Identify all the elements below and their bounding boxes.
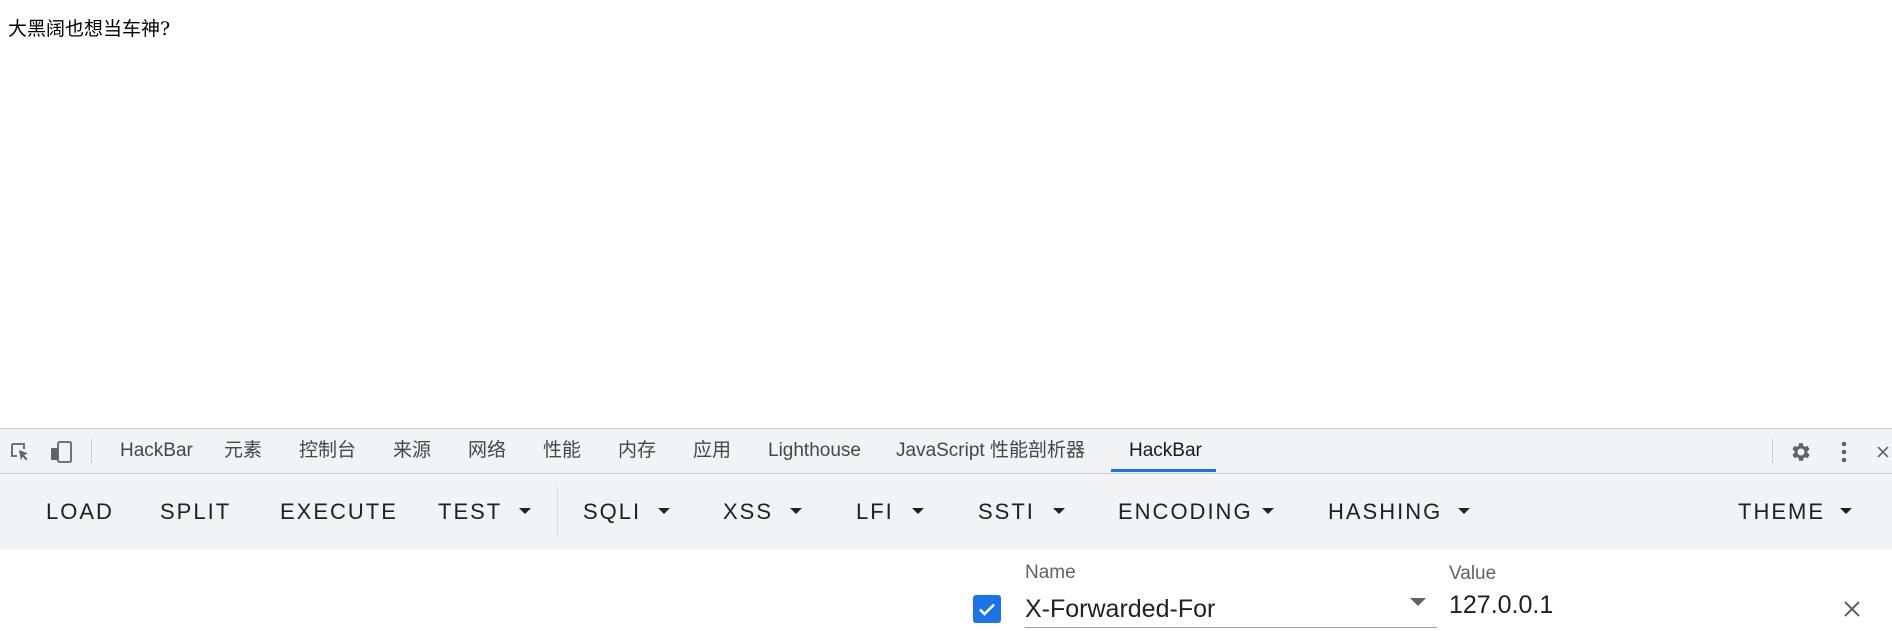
tab-sources[interactable]: 来源 xyxy=(393,429,431,473)
value-label: Value xyxy=(1449,563,1497,584)
devtools-tabbar: HackBar 元素 控制台 来源 网络 性能 内存 应用 Lighthouse… xyxy=(0,429,1892,474)
execute-button[interactable]: EXECUTE xyxy=(280,474,398,549)
tab-console[interactable]: 控制台 xyxy=(299,429,356,473)
checkmark-icon xyxy=(979,603,995,616)
header-name-select[interactable]: X-Forwarded-For xyxy=(1025,595,1215,624)
active-tab-indicator xyxy=(1111,469,1216,472)
header-value-input[interactable]: 127.0.0.1 xyxy=(1449,591,1553,620)
page-body-text: 大黑阔也想当车神? xyxy=(8,18,171,40)
ssti-button[interactable]: SSTI xyxy=(978,474,1035,549)
tabbar-divider xyxy=(91,439,92,463)
hashing-button[interactable]: HASHING xyxy=(1328,474,1442,549)
tab-application[interactable]: 应用 xyxy=(693,429,731,473)
ssti-dropdown-icon[interactable] xyxy=(1053,508,1065,514)
devtools-panel: HackBar 元素 控制台 来源 网络 性能 内存 应用 Lighthouse… xyxy=(0,428,1892,631)
theme-button[interactable]: THEME xyxy=(1738,474,1825,549)
name-dropdown-icon[interactable] xyxy=(1410,598,1426,606)
sqli-button[interactable]: SQLI xyxy=(583,474,641,549)
tab-performance[interactable]: 性能 xyxy=(543,429,581,473)
tab-elements[interactable]: 元素 xyxy=(224,429,262,473)
name-field-underline xyxy=(1025,627,1437,628)
encoding-button[interactable]: ENCODING xyxy=(1118,474,1253,549)
encoding-dropdown-icon[interactable] xyxy=(1262,508,1274,514)
tabbar-divider-right xyxy=(1772,439,1773,463)
remove-header-icon[interactable] xyxy=(1840,597,1864,621)
hackbar-toolbar: LOAD SPLIT EXECUTE TEST SQLI XSS LFI SST… xyxy=(0,474,1892,549)
device-toggle-icon[interactable] xyxy=(49,440,73,464)
name-label: Name xyxy=(1025,562,1076,583)
sqli-dropdown-icon[interactable] xyxy=(658,508,670,514)
inspect-element-icon[interactable] xyxy=(8,440,32,464)
tab-lighthouse[interactable]: Lighthouse xyxy=(768,429,861,473)
gear-icon[interactable] xyxy=(1789,440,1813,464)
xss-button[interactable]: XSS xyxy=(723,474,773,549)
test-dropdown-icon[interactable] xyxy=(519,508,531,514)
tab-memory[interactable]: 内存 xyxy=(618,429,656,473)
header-enabled-checkbox[interactable] xyxy=(973,595,1001,623)
tab-network[interactable]: 网络 xyxy=(468,429,506,473)
load-button[interactable]: LOAD xyxy=(46,474,114,549)
tab-hackbar-1[interactable]: HackBar xyxy=(120,429,193,473)
toolbar-divider xyxy=(557,486,558,537)
theme-dropdown-icon[interactable] xyxy=(1840,508,1852,514)
test-button[interactable]: TEST xyxy=(438,474,502,549)
tab-hackbar-active[interactable]: HackBar xyxy=(1129,429,1202,473)
tab-js-profiler[interactable]: JavaScript 性能剖析器 xyxy=(896,429,1085,473)
lfi-button[interactable]: LFI xyxy=(856,474,894,549)
xss-dropdown-icon[interactable] xyxy=(790,508,802,514)
split-button[interactable]: SPLIT xyxy=(160,474,231,549)
hashing-dropdown-icon[interactable] xyxy=(1458,508,1470,514)
close-icon[interactable] xyxy=(1874,440,1892,464)
header-row: Name X-Forwarded-For Value 127.0.0.1 xyxy=(0,549,1892,631)
more-vertical-icon[interactable] xyxy=(1832,440,1856,464)
lfi-dropdown-icon[interactable] xyxy=(912,508,924,514)
